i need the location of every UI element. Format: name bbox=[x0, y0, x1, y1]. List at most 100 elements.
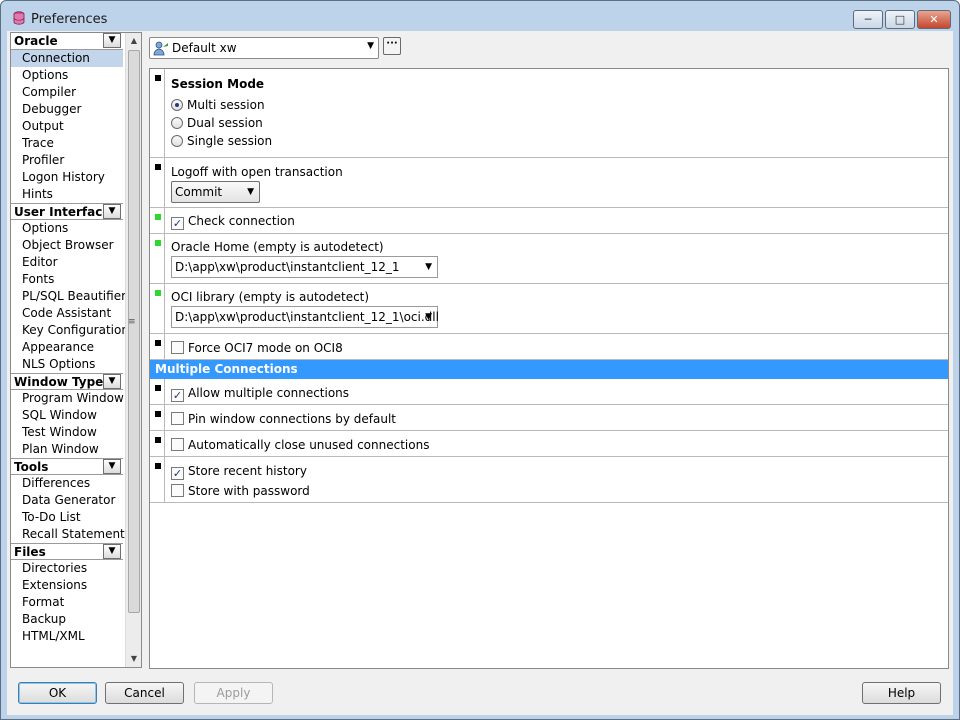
section-marker bbox=[155, 164, 161, 170]
nav-item[interactable]: Connection bbox=[11, 50, 123, 67]
apply-button[interactable]: Apply bbox=[194, 682, 273, 704]
nav-item[interactable]: Editor bbox=[11, 254, 123, 271]
help-button[interactable]: Help bbox=[862, 682, 941, 704]
nav-item[interactable]: Extensions bbox=[11, 577, 123, 594]
chevron-down-icon[interactable]: ▼ bbox=[103, 459, 121, 474]
maximize-button[interactable]: □ bbox=[885, 10, 915, 29]
nav-group-header[interactable]: Oracle ▼ bbox=[11, 33, 123, 50]
nav-item[interactable]: Options bbox=[11, 220, 123, 237]
nav-item[interactable]: SQL Window bbox=[11, 407, 123, 424]
nav-list: Oracle ▼ Connection Options Compiler Debugger… bbox=[11, 33, 129, 645]
logoff-section: Logoff with open transaction Commit ▼ bbox=[150, 158, 948, 208]
auto-close-section: Automatically close unused connections bbox=[150, 431, 948, 457]
profile-select[interactable]: Default xw ▼ bbox=[149, 37, 379, 59]
chevron-down-icon[interactable]: ▼ bbox=[103, 204, 121, 219]
radio-dual-session[interactable]: Dual session bbox=[171, 116, 263, 130]
nav-item[interactable]: NLS Options bbox=[11, 356, 123, 373]
nav-item[interactable]: Directories bbox=[11, 560, 123, 577]
session-mode-label: Session Mode bbox=[171, 77, 265, 91]
logoff-label: Logoff with open transaction bbox=[171, 165, 343, 179]
nav-group-header[interactable]: Files ▼ bbox=[11, 543, 123, 560]
nav-item[interactable]: Trace bbox=[11, 135, 123, 152]
nav-item[interactable]: Format bbox=[11, 594, 123, 611]
pin-window-checkbox[interactable]: Pin window connections by default bbox=[171, 412, 396, 426]
auto-close-checkbox[interactable]: Automatically close unused connections bbox=[171, 438, 429, 452]
nav-item[interactable]: Object Browser bbox=[11, 237, 123, 254]
pin-window-section: Pin window connections by default bbox=[150, 405, 948, 431]
nav-group-header[interactable]: Window Types ▼ bbox=[11, 373, 123, 390]
cancel-button[interactable]: Cancel bbox=[105, 682, 184, 704]
section-marker bbox=[155, 463, 161, 469]
chevron-down-icon[interactable]: ▼ bbox=[103, 544, 121, 559]
oci-library-select[interactable]: D:\app\xw\product\instantclient_12_1\oci… bbox=[171, 306, 439, 328]
dialog-client: Oracle ▼ Connection Options Compiler Debugger… bbox=[7, 31, 953, 715]
nav-group-label: Tools bbox=[14, 460, 49, 474]
checkbox-checked-icon: ✓ bbox=[171, 217, 184, 230]
chevron-down-icon: ▼ bbox=[425, 312, 432, 322]
logoff-select[interactable]: Commit ▼ bbox=[171, 181, 260, 203]
nav-item[interactable]: Program Window bbox=[11, 390, 124, 407]
ok-button[interactable]: OK bbox=[18, 682, 97, 704]
section-marker bbox=[155, 75, 161, 81]
nav-item[interactable]: Fonts bbox=[11, 271, 123, 288]
radio-unchecked-icon bbox=[171, 135, 183, 147]
profile-options-button[interactable]: ··· bbox=[383, 37, 401, 55]
preferences-window: Preferences ─ □ ✕ Oracle ▼ Connection Optio… bbox=[0, 0, 960, 720]
store-password-checkbox[interactable]: Store with password bbox=[171, 484, 310, 498]
checkbox-unchecked-icon bbox=[171, 484, 184, 497]
recent-history-section: ✓ Store recent history Store with passwor… bbox=[150, 457, 948, 503]
nav-item[interactable]: Output bbox=[11, 118, 123, 135]
close-button[interactable]: ✕ bbox=[917, 10, 951, 29]
radio-multi-session[interactable]: Multi session bbox=[171, 98, 265, 112]
nav-item[interactable]: Appearance bbox=[11, 339, 123, 356]
window-title: Preferences bbox=[31, 12, 108, 27]
nav-scrollbar[interactable]: ▲ ≡ ▼ bbox=[125, 33, 141, 667]
nav-item[interactable]: Logon History bbox=[11, 169, 123, 186]
nav-group-header[interactable]: Tools ▼ bbox=[11, 458, 123, 475]
nav-item[interactable]: PL/SQL Beautifier bbox=[11, 288, 126, 305]
nav-item[interactable]: Hints bbox=[11, 186, 123, 203]
store-recent-checkbox[interactable]: ✓ Store recent history bbox=[171, 464, 307, 480]
scroll-thumb[interactable] bbox=[128, 50, 140, 613]
nav-item[interactable]: Options bbox=[11, 67, 123, 84]
nav-group-label: Oracle bbox=[14, 34, 58, 48]
section-marker bbox=[155, 437, 161, 443]
nav-item[interactable]: To-Do List bbox=[11, 509, 123, 526]
scroll-down-icon[interactable]: ▼ bbox=[126, 651, 141, 667]
minimize-button[interactable]: ─ bbox=[853, 10, 883, 29]
oracle-home-select[interactable]: D:\app\xw\product\instantclient_12_1 ▼ bbox=[171, 256, 438, 278]
oci-library-label: OCI library (empty is autodetect) bbox=[171, 290, 370, 304]
nav-group-label: User Interface bbox=[14, 205, 111, 219]
chevron-down-icon: ▼ bbox=[247, 187, 254, 197]
chevron-down-icon[interactable]: ▼ bbox=[103, 374, 121, 389]
title-bar[interactable]: Preferences ─ □ ✕ bbox=[1, 1, 959, 33]
nav-item[interactable]: Backup bbox=[11, 611, 123, 628]
chevron-down-icon[interactable]: ▼ bbox=[103, 33, 121, 48]
radio-single-session[interactable]: Single session bbox=[171, 134, 272, 148]
nav-group-header[interactable]: User Interface ▼ bbox=[11, 203, 123, 220]
nav-item[interactable]: Code Assistant bbox=[11, 305, 123, 322]
nav-item[interactable]: Compiler bbox=[11, 84, 123, 101]
radio-checked-icon bbox=[171, 99, 183, 111]
nav-item[interactable]: Debugger bbox=[11, 101, 123, 118]
nav-item[interactable]: HTML/XML bbox=[11, 628, 123, 645]
allow-multiple-section: ✓ Allow multiple connections bbox=[150, 379, 948, 405]
check-connection-checkbox[interactable]: ✓ Check connection bbox=[171, 214, 295, 230]
force-oci7-checkbox[interactable]: Force OCI7 mode on OCI8 bbox=[171, 341, 343, 355]
section-marker bbox=[155, 240, 161, 246]
scroll-up-icon[interactable]: ▲ bbox=[126, 33, 141, 49]
nav-item[interactable]: Profiler bbox=[11, 152, 123, 169]
oci-library-section: OCI library (empty is autodetect) D:\app… bbox=[150, 284, 948, 334]
radio-unchecked-icon bbox=[171, 117, 183, 129]
nav-item[interactable]: Recall Statement bbox=[11, 526, 125, 543]
nav-item[interactable]: Key Configuration bbox=[11, 322, 129, 339]
nav-item[interactable]: Differences bbox=[11, 475, 123, 492]
scroll-grip-icon: ≡ bbox=[128, 317, 136, 327]
nav-item[interactable]: Plan Window bbox=[11, 441, 123, 458]
session-mode-section: Session Mode Multi session Dual session … bbox=[150, 69, 948, 158]
section-marker bbox=[155, 340, 161, 346]
nav-item[interactable]: Test Window bbox=[11, 424, 123, 441]
nav-item[interactable]: Data Generator bbox=[11, 492, 123, 509]
allow-multiple-checkbox[interactable]: ✓ Allow multiple connections bbox=[171, 386, 349, 402]
oracle-home-label: Oracle Home (empty is autodetect) bbox=[171, 240, 384, 254]
